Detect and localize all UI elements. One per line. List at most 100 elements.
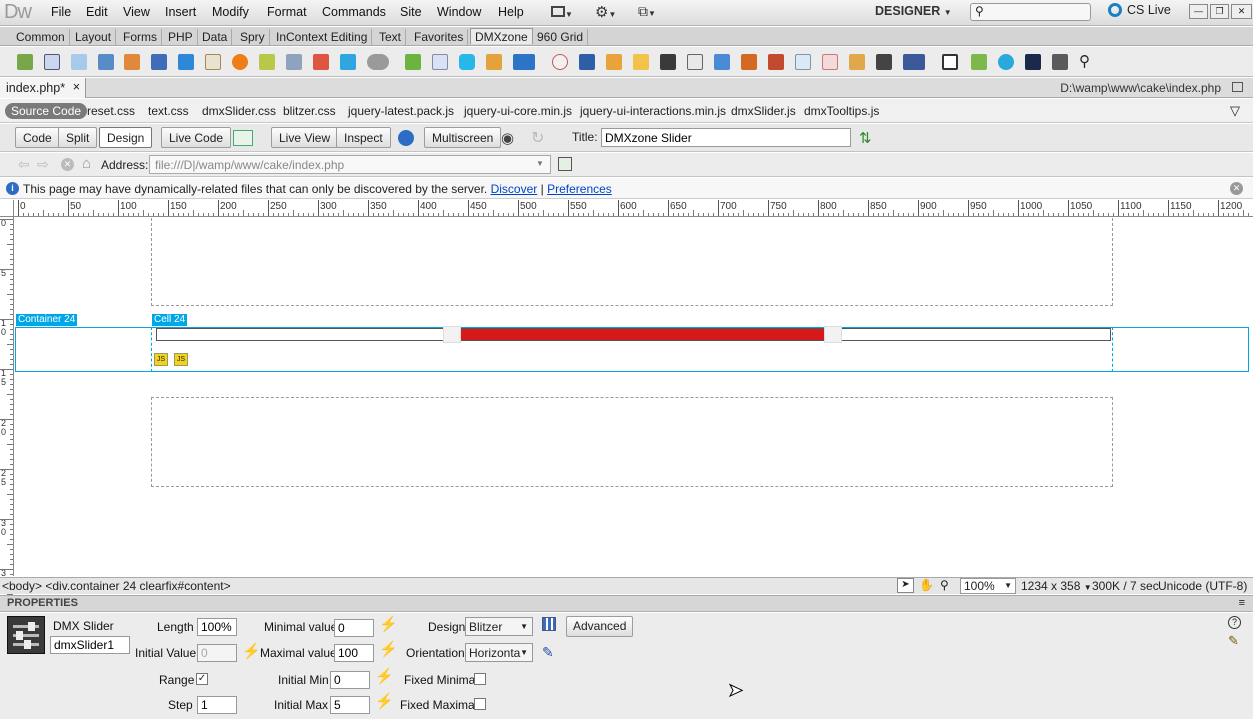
restore-doc-icon[interactable] xyxy=(1232,82,1243,92)
panel-menu-icon[interactable]: ≡ xyxy=(1239,597,1245,609)
advanced-button[interactable]: Advanced xyxy=(566,616,634,637)
hand-tool-icon[interactable]: ✋ xyxy=(919,578,934,592)
fullscreen-icon[interactable] xyxy=(942,54,958,70)
multiscreen-button[interactable]: Multiscreen xyxy=(424,127,502,148)
initial-value-input[interactable] xyxy=(197,644,237,662)
fixed-maximal-checkbox[interactable] xyxy=(474,698,486,710)
live-view-button[interactable]: Live View xyxy=(271,127,339,148)
insert-tab-php[interactable]: PHP xyxy=(164,29,198,45)
menu-file[interactable]: File xyxy=(51,5,71,19)
check-compat-icon[interactable] xyxy=(233,130,253,146)
dynamic-data-icon[interactable]: ⚡ xyxy=(242,642,261,660)
dmx-insert-icon-36[interactable] xyxy=(998,54,1014,70)
ruler-corner[interactable] xyxy=(0,200,14,217)
design-canvas[interactable]: Container 24 Cell 24 JS JS xyxy=(15,218,1253,576)
close-icon[interactable]: × xyxy=(73,80,80,94)
close-window-button[interactable]: ✕ xyxy=(1231,4,1252,19)
dmx-insert-icon-22[interactable] xyxy=(606,54,622,70)
help-search-input[interactable]: ⚲ xyxy=(970,3,1091,21)
menu-site[interactable]: Site xyxy=(400,5,422,19)
address-dropdown-icon[interactable]: ▼ xyxy=(536,159,544,168)
dmx-insert-icon-29[interactable] xyxy=(795,54,811,70)
address-input[interactable] xyxy=(149,155,551,174)
related-file[interactable]: jquery-ui-core.min.js xyxy=(464,104,572,118)
dmx-slider[interactable] xyxy=(156,326,1111,343)
dmx-insert-icon-18[interactable] xyxy=(486,54,502,70)
dmx-insert-icon-10[interactable] xyxy=(259,54,275,70)
browser-preview-icon[interactable] xyxy=(398,130,414,146)
dmx-insert-icon-14[interactable] xyxy=(367,54,389,70)
workspace-switcher[interactable]: DESIGNER ▼ xyxy=(875,4,952,18)
minimize-button[interactable]: — xyxy=(1189,4,1208,19)
properties-header[interactable]: PROPERTIES ≡ xyxy=(0,595,1253,612)
back-icon[interactable]: ⇦ xyxy=(18,156,30,173)
menu-view[interactable]: View xyxy=(123,5,150,19)
dmx-insert-icon-32[interactable] xyxy=(876,54,892,70)
length-input[interactable] xyxy=(197,618,237,636)
menu-window[interactable]: Window xyxy=(437,5,481,19)
script-marker-icon[interactable]: JS xyxy=(174,353,188,366)
split-view-button[interactable]: Split xyxy=(58,127,98,148)
slider-handle-min[interactable] xyxy=(442,326,461,343)
fixed-minimal-checkbox[interactable] xyxy=(474,673,486,685)
dmx-insert-icon-7[interactable] xyxy=(178,54,194,70)
dmx-insert-icon-24[interactable] xyxy=(660,54,676,70)
dmx-insert-icon-9[interactable] xyxy=(232,54,248,70)
insert-tab-favorites[interactable]: Favorites xyxy=(410,29,469,45)
cs-live-button[interactable]: CS Live xyxy=(1108,3,1171,17)
design-select[interactable]: Blitzer ▼ xyxy=(465,617,533,636)
facebook-icon[interactable] xyxy=(903,54,925,70)
stop-icon[interactable]: ✕ xyxy=(61,158,74,171)
dmx-insert-icon-2[interactable] xyxy=(44,54,60,70)
dmx-insert-icon-4[interactable] xyxy=(98,54,114,70)
max-value-input[interactable] xyxy=(334,644,374,662)
insert-tab-dmxzone[interactable]: DMXzone xyxy=(470,28,533,44)
site-menu-button[interactable]: ⧉▼ xyxy=(638,3,666,21)
visual-aids-icon[interactable]: ◉ xyxy=(501,129,514,147)
dmx-insert-icon-17[interactable] xyxy=(459,54,475,70)
dmx-insert-icon-37[interactable] xyxy=(1025,54,1041,70)
initial-max-input[interactable] xyxy=(330,696,370,714)
menu-commands[interactable]: Commands xyxy=(322,5,386,19)
dmx-insert-icon-38[interactable] xyxy=(1052,54,1068,70)
dmx-insert-icon-20[interactable] xyxy=(552,54,568,70)
range-checkbox[interactable]: ✓ xyxy=(196,673,208,685)
min-value-input[interactable] xyxy=(334,619,374,637)
related-file[interactable]: dmxSlider.js xyxy=(731,104,796,118)
insert-tab-layout[interactable]: Layout xyxy=(71,29,117,45)
dmx-insert-icon-30[interactable] xyxy=(822,54,838,70)
dmx-insert-icon-8[interactable] xyxy=(205,54,221,70)
layout-menu-button[interactable]: ▼ xyxy=(551,3,579,21)
dmx-insert-icon-21[interactable] xyxy=(579,54,595,70)
related-file[interactable]: dmxSlider.css xyxy=(202,104,276,118)
insert-tab-960grid[interactable]: 960 Grid xyxy=(533,29,589,45)
initial-min-input[interactable] xyxy=(330,671,370,689)
dynamic-data-icon[interactable]: ⚡ xyxy=(375,667,394,685)
close-icon[interactable]: ✕ xyxy=(1230,182,1243,195)
filter-icon[interactable]: ▽ xyxy=(1230,103,1240,119)
source-code-button[interactable]: Source Code xyxy=(5,103,88,119)
extend-menu-button[interactable]: ⚙▼ xyxy=(595,3,623,21)
orientation-select[interactable]: Horizonta ▼ xyxy=(465,643,533,662)
dmx-insert-icon-5[interactable] xyxy=(124,54,140,70)
dmx-insert-icon-35[interactable] xyxy=(971,54,987,70)
page-title-input[interactable] xyxy=(601,128,851,147)
slider-handle-max[interactable] xyxy=(824,326,843,343)
cell-tag[interactable]: Cell 24 xyxy=(152,314,188,326)
theme-grid-icon[interactable] xyxy=(542,617,556,631)
rss-icon[interactable] xyxy=(714,54,730,70)
select-tool-icon[interactable]: ➤ xyxy=(897,578,914,593)
code-view-button[interactable]: Code xyxy=(15,127,60,148)
forward-icon[interactable]: ⇨ xyxy=(37,156,49,173)
dynamic-data-icon[interactable]: ⚡ xyxy=(379,640,398,658)
edit-icon[interactable]: ✎ xyxy=(542,644,554,661)
insert-tab-common[interactable]: Common xyxy=(12,29,70,45)
design-view-button[interactable]: Design xyxy=(99,127,153,148)
dmx-insert-icon-31[interactable] xyxy=(849,54,865,70)
help-icon[interactable]: ? xyxy=(1228,616,1241,629)
grid-cell-top[interactable] xyxy=(151,218,1113,306)
insert-tab-spry[interactable]: Spry xyxy=(236,29,270,45)
twitter-icon[interactable] xyxy=(340,54,356,70)
dmx-insert-icon-15[interactable] xyxy=(405,54,421,70)
script-marker-icon[interactable]: JS xyxy=(154,353,168,366)
